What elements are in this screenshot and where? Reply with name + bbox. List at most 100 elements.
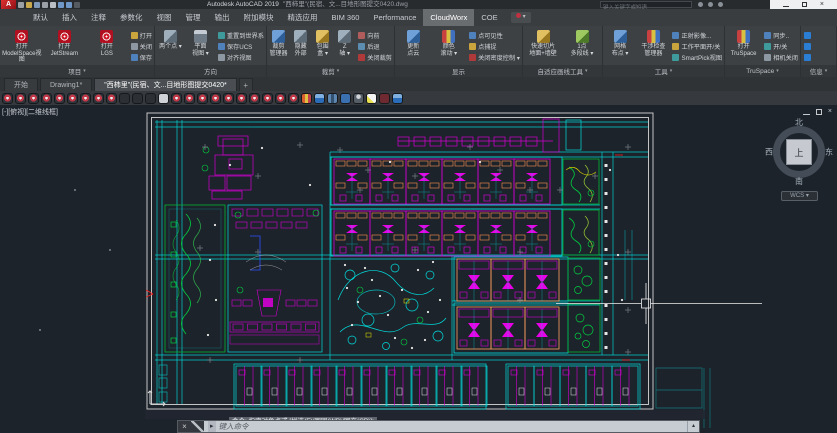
ribbon-button[interactable]: 颜色 滚动 ▾ (432, 28, 467, 65)
drawing-canvas[interactable]: [-][俯视][二维线框] × 北 南 西 东 上 WCS ▾ 命令: 指定对角… (0, 105, 837, 433)
record-dropdown-icon[interactable]: ▾ (511, 12, 531, 23)
ribbon-small-button[interactable] (804, 30, 813, 40)
autocad-logo-icon[interactable]: A (1, 0, 16, 9)
viewport-maximize-icon[interactable] (816, 109, 822, 115)
ribbon-small-button[interactable]: 后退 (358, 41, 392, 51)
ribbon-tab-12[interactable]: COE (474, 9, 504, 26)
ribbon-panel-title[interactable]: 裁剪▾ (267, 65, 394, 77)
ribbon-small-button[interactable]: 正射影像... (672, 30, 722, 40)
monitor-icon[interactable] (314, 93, 325, 104)
shield-icon[interactable] (15, 93, 26, 104)
file-tab-0[interactable]: 开始 (4, 78, 38, 91)
shield-icon[interactable] (93, 93, 104, 104)
ribbon-small-button[interactable] (804, 41, 813, 51)
redo-icon[interactable] (66, 2, 72, 8)
ribbon-button[interactable]: 平面 视图 ▾ (186, 28, 215, 65)
minimize-icon[interactable] (783, 3, 789, 7)
ribbon-tab-10[interactable]: Performance (366, 9, 423, 26)
ribbon-small-button[interactable]: 工作平面开/关 (672, 41, 722, 51)
viewcube[interactable]: 北 南 西 东 上 (767, 120, 831, 184)
new-tab-button[interactable]: + (239, 78, 253, 91)
ribbon-tab-2[interactable]: 注释 (84, 9, 113, 26)
ribbon-small-button[interactable]: 向前 (358, 30, 392, 40)
ribbon-tab-1[interactable]: 插入 (55, 9, 84, 26)
search-box[interactable]: 键入关键字或短语 (600, 1, 692, 8)
ribbon-button[interactable]: 干涉检查 管理器 (637, 28, 669, 65)
redx-icon[interactable] (379, 93, 390, 104)
shield-icon[interactable] (41, 93, 52, 104)
command-customize-icon[interactable] (191, 421, 204, 432)
command-input[interactable]: ▸ 键入命令 (204, 421, 687, 432)
ribbon-panel-title[interactable]: TruSpace▾ (725, 65, 800, 77)
shield-icon[interactable] (210, 93, 221, 104)
ribbon-panel-title[interactable]: 项目▾ (0, 65, 154, 77)
dark-icon[interactable] (132, 93, 143, 104)
ribbon-button[interactable]: Z 轴 ▾ (334, 28, 355, 65)
ribbon-tab-0[interactable]: 默认 (26, 9, 55, 26)
ribbon-tab-6[interactable]: 输出 (208, 9, 237, 26)
person-icon[interactable] (353, 93, 364, 104)
ribbon-button[interactable]: 打开 JetStream (44, 28, 86, 65)
ribbon-tab-9[interactable]: BIM 360 (325, 9, 367, 26)
open-icon[interactable] (26, 2, 32, 8)
shield-icon[interactable] (2, 93, 13, 104)
ribbon-tab-11[interactable]: CloudWorx (423, 9, 474, 26)
dark-icon[interactable] (145, 93, 156, 104)
ribbon-small-button[interactable]: 开/关 (764, 41, 798, 51)
ribbon-small-button[interactable]: 保存 (131, 52, 152, 62)
ribbon-button[interactable]: 网格 布点 ▾ (604, 28, 636, 65)
viewport-label[interactable]: [-][俯视][二维线框] (2, 107, 58, 117)
recent-commands-icon[interactable]: ▸ (208, 421, 216, 432)
command-close-icon[interactable]: × (178, 421, 191, 432)
ribbon-tab-8[interactable]: 精选应用 (281, 9, 325, 26)
viewcube-east-label[interactable]: 东 (825, 147, 833, 158)
ribbon-button[interactable]: 1点 多段线 ▾ (563, 28, 601, 65)
viewcube-south-label[interactable]: 南 (795, 176, 803, 187)
ribbon-small-button[interactable]: 关闭密度控制 ▾ (469, 52, 520, 62)
ribbon-small-button[interactable] (804, 52, 813, 62)
ribbon-button[interactable]: 打开 LGS (86, 28, 128, 65)
shield-icon[interactable] (171, 93, 182, 104)
ribbon-small-button[interactable]: 点可见性 (469, 30, 520, 40)
help-icon[interactable] (718, 2, 723, 7)
monitor-icon[interactable] (392, 93, 403, 104)
viewport-minimize-icon[interactable] (803, 110, 810, 115)
viewcube-west-label[interactable]: 西 (765, 147, 773, 158)
ribbon-small-button[interactable]: SmartPick视图 (672, 52, 722, 62)
shield-icon[interactable] (54, 93, 65, 104)
shield-icon[interactable] (236, 93, 247, 104)
ribbon-tab-7[interactable]: 附加模块 (237, 9, 281, 26)
shield-icon[interactable] (67, 93, 78, 104)
grid-icon[interactable] (327, 93, 338, 104)
close-icon[interactable]: × (820, 0, 824, 9)
ribbon-small-button[interactable]: 重置到世界系 (218, 30, 264, 40)
file-tab-2[interactable]: "西柿里"(民宿、文...目地形图提交0420* (94, 78, 236, 91)
ribbon-button[interactable]: 快速切片 地面+墙壁 (524, 28, 562, 65)
ribbon-small-button[interactable]: 对齐视图 (218, 52, 264, 62)
plot-icon[interactable] (50, 2, 56, 8)
ribbon-button[interactable]: 包围 盒 ▾ (312, 28, 333, 65)
undo-icon[interactable] (58, 2, 64, 8)
ribbon-button[interactable]: 隐藏 外部 (290, 28, 311, 65)
ribbon-panel-title[interactable]: 工具▾ (603, 65, 724, 77)
palette-icon[interactable] (301, 93, 312, 104)
ribbon-small-button[interactable]: 打开 (131, 30, 152, 40)
ribbon-panel-title[interactable]: 方向 (155, 65, 266, 77)
pencil-icon[interactable] (366, 93, 377, 104)
maximize-icon[interactable] (802, 2, 807, 7)
ribbon-small-button[interactable]: 关闭裁剪 (358, 52, 392, 62)
viewcube-north-label[interactable]: 北 (795, 117, 803, 128)
ribbon-small-button[interactable]: 点捕捉 (469, 41, 520, 51)
ribbon-small-button[interactable]: 关闭 (131, 41, 152, 51)
ribbon-small-button[interactable]: 同步.. (764, 30, 798, 40)
ribbon-button[interactable]: 打开 ModelSpace视图 (1, 28, 43, 65)
store-icon[interactable] (708, 2, 713, 7)
light-icon[interactable] (158, 93, 169, 104)
shield-icon[interactable] (197, 93, 208, 104)
shield-icon[interactable] (275, 93, 286, 104)
file-tab-1[interactable]: Drawing1* (40, 78, 92, 91)
ribbon-tab-5[interactable]: 管理 (179, 9, 208, 26)
ribbon-small-button[interactable]: 相机关闭 (764, 52, 798, 62)
ribbon-button[interactable]: 更新 点云 (396, 28, 431, 65)
saveas-icon[interactable] (42, 2, 48, 8)
